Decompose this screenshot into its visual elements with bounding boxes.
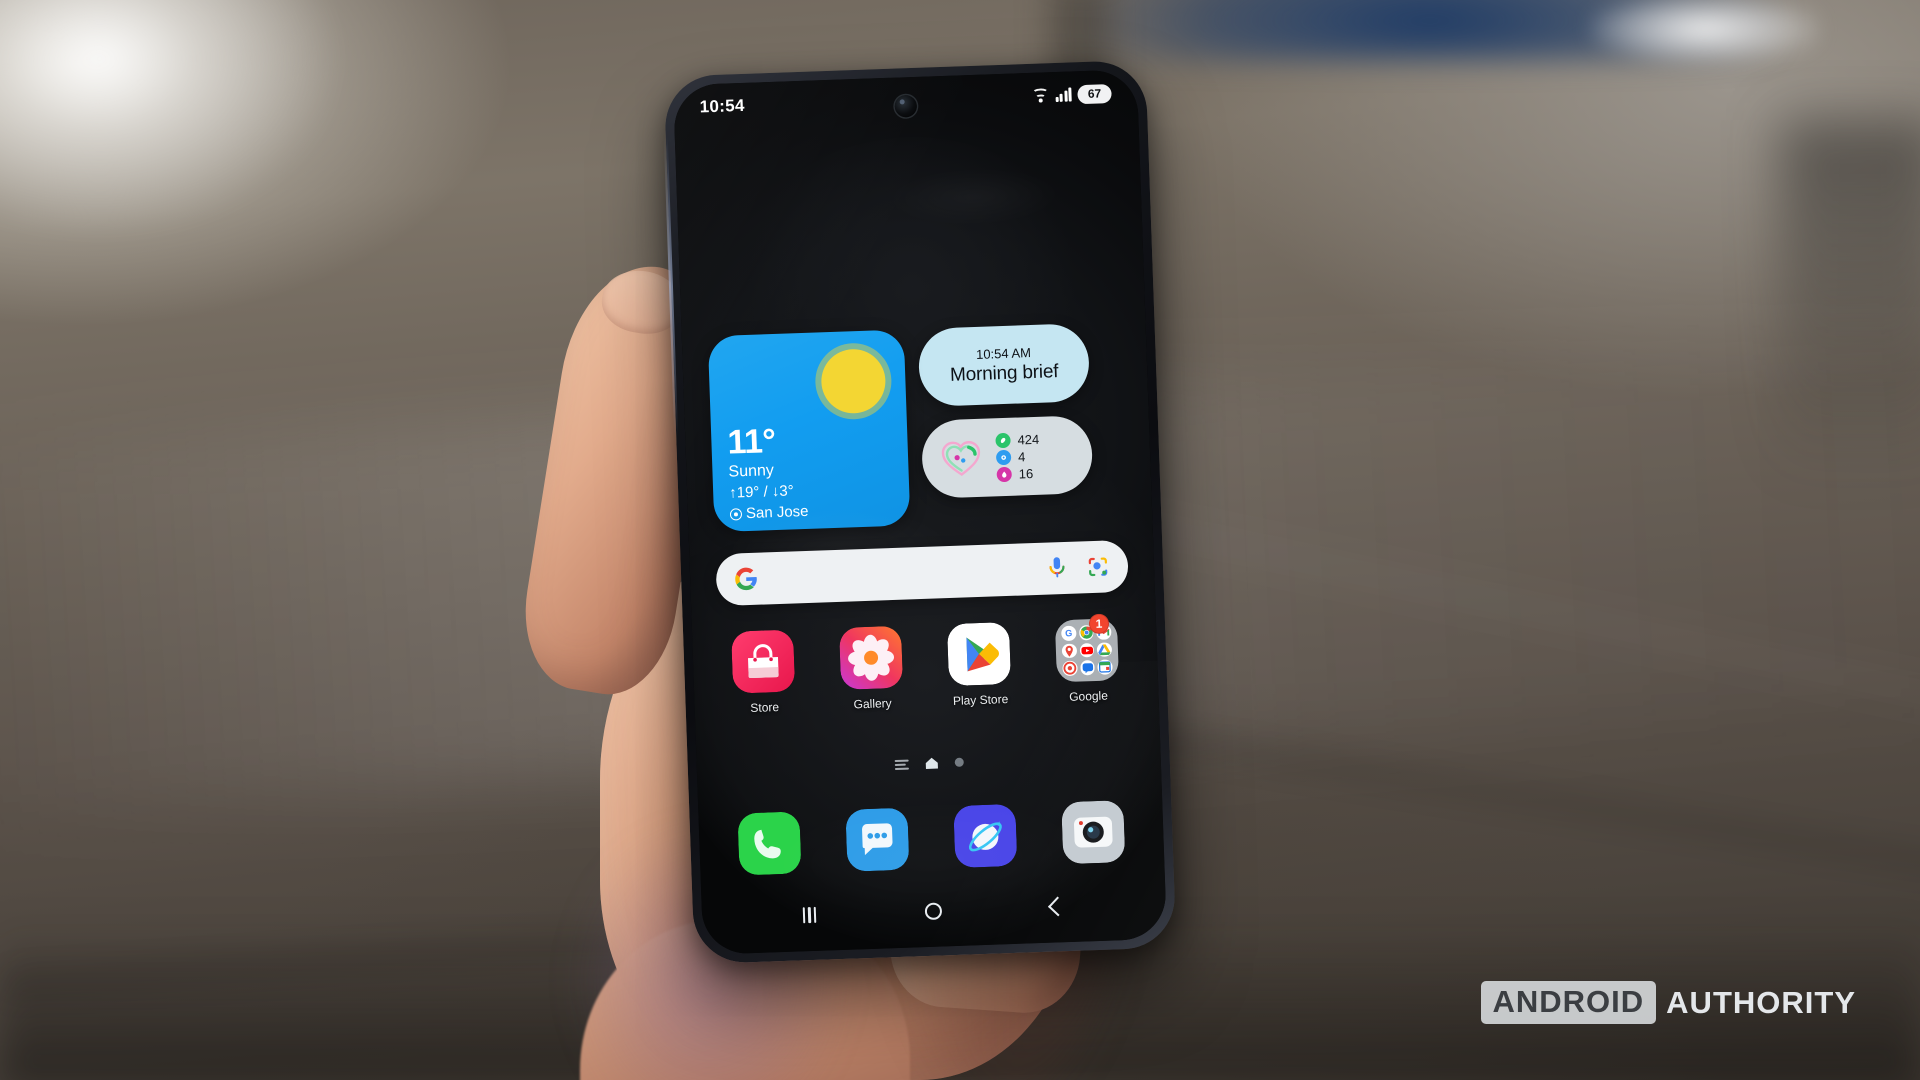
phone-screen[interactable]: 10:54 67 11° Sunny ↑19° / ↓3° San Jose 1… bbox=[672, 69, 1168, 955]
watermark: ANDROID AUTHORITY bbox=[1480, 981, 1857, 1024]
home-page-icon[interactable] bbox=[924, 757, 938, 770]
app-folder-google[interactable]: G 1 Google bbox=[1040, 613, 1135, 705]
weather-high-low: ↑19° / ↓3° bbox=[728, 482, 795, 502]
dock-internet[interactable] bbox=[938, 803, 1032, 868]
battery-indicator: 67 bbox=[1077, 83, 1112, 104]
background-white-object bbox=[1590, 0, 1820, 64]
health-widget[interactable]: 424 4 16 bbox=[920, 414, 1094, 499]
gallery-icon bbox=[839, 626, 903, 690]
mini-calendar-icon bbox=[1097, 659, 1113, 675]
app-label: Gallery bbox=[853, 696, 892, 712]
weather-widget[interactable]: 11° Sunny ↑19° / ↓3° San Jose bbox=[707, 329, 911, 533]
google-g-icon bbox=[734, 567, 759, 592]
widget-area: 11° Sunny ↑19° / ↓3° San Jose 10:54 AM M… bbox=[682, 321, 1153, 533]
search-input[interactable] bbox=[758, 569, 1046, 579]
mini-photos-icon bbox=[1062, 660, 1078, 677]
app-gallery[interactable]: Gallery bbox=[824, 625, 919, 712]
galaxy-store-icon bbox=[731, 630, 795, 694]
recents-icon[interactable] bbox=[802, 906, 817, 924]
mini-drive-icon bbox=[1096, 642, 1113, 658]
background-dark-object bbox=[1780, 120, 1920, 480]
health-metric-value: 16 bbox=[1018, 465, 1034, 482]
weather-temperature: 11° bbox=[726, 422, 777, 462]
mini-messages-icon bbox=[1079, 660, 1096, 676]
water-icon bbox=[995, 449, 1012, 465]
morning-brief-widget[interactable]: 10:54 AM Morning brief bbox=[917, 323, 1091, 407]
light-reflection bbox=[0, 0, 360, 250]
app-play-store[interactable]: Play Store bbox=[932, 621, 1027, 708]
steps-icon bbox=[995, 432, 1011, 448]
app-store[interactable]: Store bbox=[716, 629, 811, 716]
health-metric-row: 4 bbox=[995, 448, 1040, 465]
play-store-icon bbox=[947, 622, 1011, 686]
mini-youtube-icon bbox=[1079, 642, 1095, 658]
dock-phone[interactable] bbox=[722, 811, 816, 876]
back-icon[interactable] bbox=[1048, 896, 1069, 917]
health-metric-value: 424 bbox=[1017, 431, 1040, 448]
health-metric-value: 4 bbox=[1017, 448, 1026, 465]
app-row: Store Gallery Play Store G 1 Google bbox=[692, 613, 1159, 717]
weather-location-label: San Jose bbox=[745, 502, 809, 523]
health-metrics: 424 4 16 bbox=[995, 431, 1040, 482]
status-icons: 67 bbox=[1032, 83, 1112, 106]
weather-condition: Sunny bbox=[728, 462, 775, 481]
watermark-suffix: AUTHORITY bbox=[1666, 984, 1856, 1020]
home-icon[interactable] bbox=[924, 901, 943, 920]
morning-brief-time: 10:54 AM bbox=[975, 344, 1032, 362]
calories-icon bbox=[996, 466, 1012, 482]
cellular-signal-icon bbox=[1055, 87, 1072, 103]
app-label: Google bbox=[1068, 688, 1109, 704]
morning-brief-title: Morning brief bbox=[949, 360, 1059, 386]
health-metric-row: 16 bbox=[996, 465, 1040, 482]
activity-heart-icon bbox=[937, 435, 985, 483]
google-lens-icon[interactable] bbox=[1086, 554, 1111, 579]
app-label: Store bbox=[750, 700, 780, 716]
weather-location: San Jose bbox=[729, 502, 809, 523]
dock-camera[interactable] bbox=[1046, 800, 1140, 865]
status-clock: 10:54 bbox=[699, 95, 746, 117]
sun-icon bbox=[820, 348, 887, 415]
location-pin-icon bbox=[729, 507, 743, 521]
wifi-icon bbox=[1032, 88, 1049, 103]
page-dot-icon[interactable] bbox=[954, 757, 964, 767]
app-label: Play Store bbox=[952, 692, 1009, 708]
dock-messages[interactable] bbox=[830, 807, 924, 872]
mini-google-icon: G bbox=[1061, 625, 1077, 641]
watermark-brand: ANDROID bbox=[1480, 981, 1657, 1024]
svg-text:G: G bbox=[1065, 628, 1072, 638]
microphone-icon[interactable] bbox=[1046, 556, 1069, 581]
health-metric-row: 424 bbox=[995, 431, 1039, 448]
app-list-icon[interactable] bbox=[894, 759, 909, 770]
mini-maps-icon bbox=[1061, 643, 1077, 659]
smartphone: 10:54 67 11° Sunny ↑19° / ↓3° San Jose 1… bbox=[663, 59, 1177, 965]
folder-icon: G 1 bbox=[1054, 613, 1119, 683]
